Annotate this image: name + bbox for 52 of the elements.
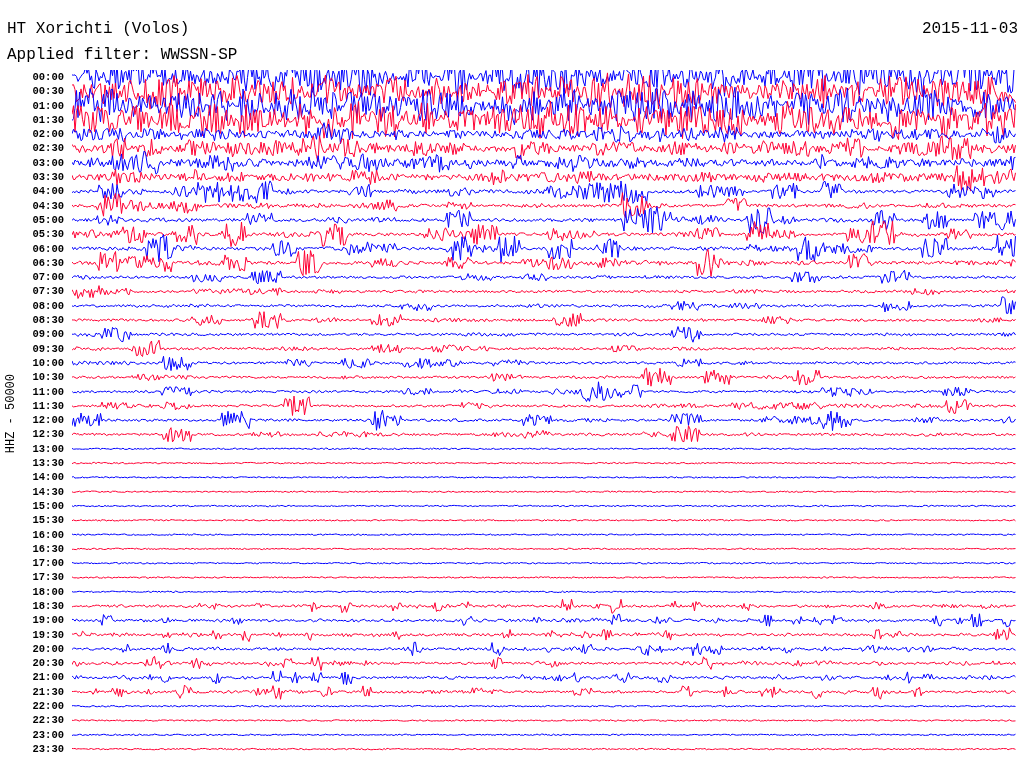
time-label: 08:00	[31, 298, 64, 314]
time-label: 18:00	[31, 584, 64, 599]
time-label: 00:30	[31, 84, 64, 99]
time-label: 10:30	[31, 370, 64, 385]
time-label: 20:00	[31, 641, 64, 657]
time-label: 16:30	[31, 541, 64, 557]
filter-label: Applied filter: WWSSN-SP	[6, 45, 239, 64]
time-label: 05:30	[31, 227, 64, 242]
station-title: HT Xorichti (Volos)	[7, 20, 190, 38]
time-label: 12:00	[31, 413, 64, 428]
date-label: 2015-11-03	[922, 20, 1018, 38]
time-label: 23:30	[31, 741, 64, 757]
time-label: 22:00	[31, 699, 64, 714]
time-label: 07:30	[31, 284, 64, 299]
time-label: 22:30	[31, 713, 64, 728]
time-label: 06:30	[31, 255, 64, 271]
time-label: 00:00	[31, 70, 64, 85]
time-label: 07:00	[31, 270, 64, 285]
time-label: 13:00	[31, 441, 64, 456]
time-label: 18:30	[31, 599, 64, 614]
time-label: 11:30	[31, 398, 64, 414]
time-label: 06:00	[31, 241, 64, 256]
time-label: 15:00	[31, 498, 64, 514]
time-label: 03:00	[31, 155, 64, 171]
time-label: 23:00	[31, 727, 64, 742]
time-label: 09:30	[31, 341, 64, 356]
time-label: 16:00	[31, 527, 64, 542]
channel-label: HHZ - 50000	[4, 373, 18, 453]
time-label: 13:30	[31, 456, 64, 471]
time-label: 08:30	[31, 313, 64, 328]
time-label: 09:00	[31, 327, 64, 342]
time-label: 17:30	[31, 570, 64, 585]
time-label: 15:30	[31, 513, 64, 528]
time-label: 02:30	[31, 141, 64, 156]
time-label: 12:30	[31, 427, 64, 442]
time-label: 01:30	[31, 112, 64, 128]
time-label: 10:00	[31, 355, 64, 371]
time-label: 03:30	[31, 170, 64, 185]
time-label: 21:00	[31, 670, 64, 685]
time-label: 11:00	[31, 384, 64, 399]
time-label: 20:30	[31, 656, 64, 671]
time-label: 14:30	[31, 484, 64, 499]
time-label: 04:30	[31, 198, 64, 213]
time-label: 01:00	[31, 98, 64, 113]
time-label: 17:00	[31, 556, 64, 571]
time-label: 21:30	[31, 684, 64, 700]
time-label: 04:00	[31, 184, 64, 199]
time-label: 14:00	[31, 470, 64, 485]
time-label: 19:00	[31, 613, 64, 628]
time-label: 02:00	[31, 127, 64, 142]
time-label: 05:00	[31, 212, 64, 228]
time-label: 19:30	[31, 627, 64, 642]
